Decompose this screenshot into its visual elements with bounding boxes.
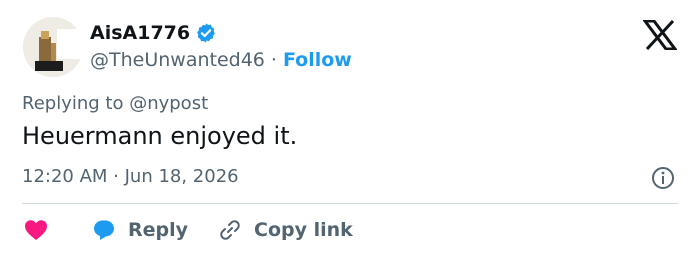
reply-button[interactable]: Reply: [92, 218, 188, 242]
author-name-row: AisA1776: [90, 20, 217, 46]
copy-link-label: Copy link: [254, 219, 353, 241]
tweet-timestamp[interactable]: 12:20 AM · Jun 18, 2026: [22, 166, 239, 187]
x-logo-icon[interactable]: [642, 19, 678, 51]
link-icon: [220, 220, 240, 240]
replying-to-text[interactable]: Replying to @nypost: [22, 93, 208, 114]
copy-link-button[interactable]: Copy link: [218, 218, 353, 242]
reply-bubble-icon: [94, 220, 114, 240]
action-bar: Reply Copy link: [24, 214, 353, 246]
verified-badge-icon: [195, 22, 217, 44]
author-handle-row: @TheUnwanted46 · Follow: [90, 48, 352, 72]
author-display-name[interactable]: AisA1776: [90, 22, 190, 44]
avatar-image: [23, 17, 83, 77]
divider: [22, 203, 678, 204]
separator-dot: ·: [270, 49, 277, 71]
reply-label: Reply: [128, 219, 189, 241]
heart-icon: [25, 220, 47, 240]
follow-button[interactable]: Follow: [283, 49, 352, 71]
like-button[interactable]: [24, 219, 50, 241]
tweet-text: Heuermann enjoyed it.: [22, 122, 298, 150]
info-icon[interactable]: [651, 166, 675, 190]
avatar[interactable]: [23, 17, 83, 77]
author-handle[interactable]: @TheUnwanted46: [90, 49, 265, 71]
